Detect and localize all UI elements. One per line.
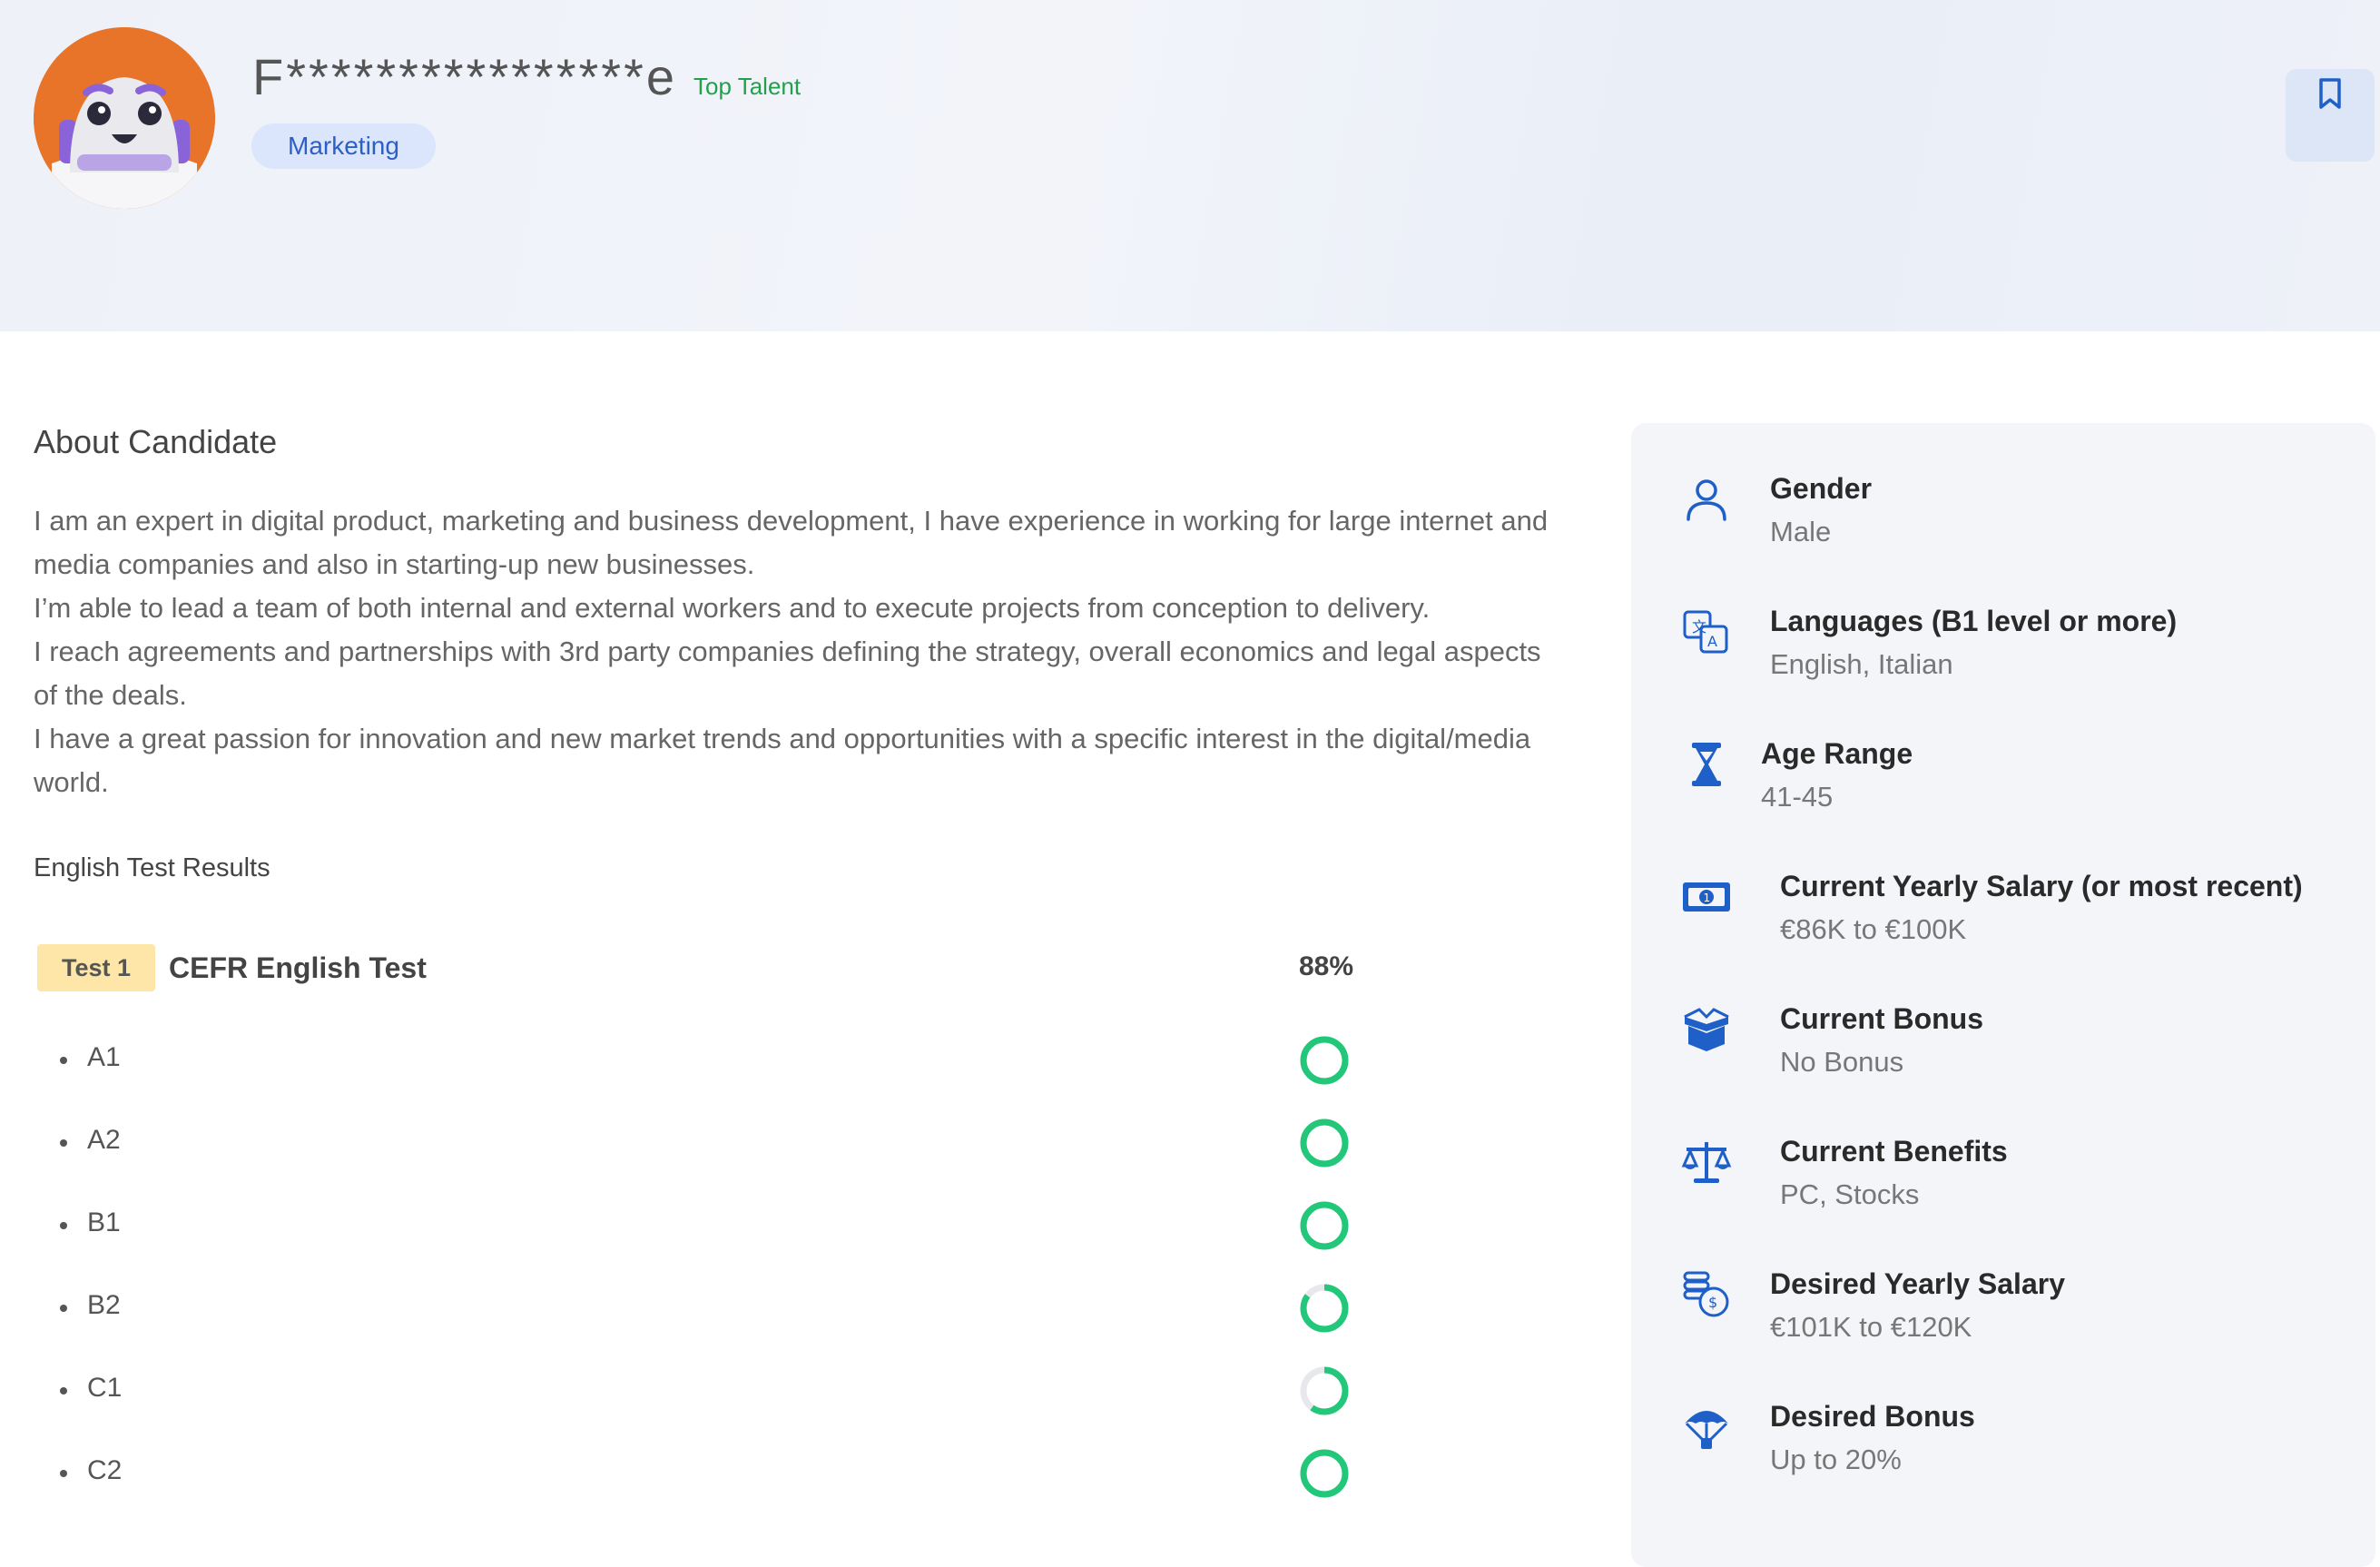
level-item: B2: [54, 1283, 1362, 1365]
robot-avatar-icon: [34, 27, 215, 209]
bullet: [60, 1057, 67, 1064]
bullet: [60, 1305, 67, 1312]
ring-progress: [1300, 1036, 1349, 1085]
category-tag: Marketing: [251, 123, 436, 169]
avatar: [34, 27, 215, 209]
about-text: I am an expert in digital product, marke…: [34, 499, 1559, 804]
level-name: B2: [87, 1290, 121, 1320]
level-name: C1: [87, 1373, 123, 1403]
bullet: [60, 1470, 67, 1477]
ring-progress: [1300, 1119, 1349, 1168]
bookmark-icon: [2319, 78, 2341, 109]
english-test-title: English Test Results: [34, 853, 270, 882]
info-value: PC, Stocks: [1780, 1178, 1920, 1210]
level-list: A1 A2 B1 B2 C1 C2: [54, 1035, 1362, 1531]
info-label: Gender: [1770, 472, 1873, 505]
info-value: €86K to €100K: [1780, 913, 1967, 945]
about-paragraph: I reach agreements and partnerships with…: [34, 636, 1541, 711]
coins-icon: $: [1683, 1271, 1729, 1317]
progress-ring-icon: [1300, 1366, 1349, 1415]
candidate-name-row: F****************e Top Talent: [252, 47, 801, 106]
level-item: A1: [54, 1035, 1362, 1118]
test-name: CEFR English Test: [169, 951, 427, 984]
info-current-bonus: Current Bonus No Bonus: [1631, 1002, 2375, 1113]
info-value: €101K to €120K: [1770, 1311, 1972, 1343]
scales-icon: [1681, 1142, 1732, 1183]
info-label: Languages (B1 level or more): [1770, 605, 2178, 637]
about-paragraph: I have a great passion for innovation an…: [34, 723, 1531, 798]
level-item: B1: [54, 1200, 1362, 1283]
info-value: 41-45: [1761, 781, 1834, 813]
svg-text:$: $: [1708, 1294, 1717, 1311]
info-label: Current Yearly Salary (or most recent): [1780, 870, 2303, 902]
person-icon: [1687, 479, 1726, 521]
level-name: B1: [87, 1207, 121, 1237]
banknote-icon: 1: [1683, 882, 1730, 912]
info-value: English, Italian: [1770, 648, 1953, 680]
progress-ring-icon: [1300, 1449, 1349, 1498]
test-score: 88%: [1299, 951, 1354, 981]
level-name: A1: [87, 1042, 121, 1072]
info-current-salary: 1 Current Yearly Salary (or most recent)…: [1631, 870, 2375, 981]
about-title: About Candidate: [34, 423, 278, 460]
about-paragraph: I’m able to lead a team of both internal…: [34, 592, 1431, 624]
info-label: Desired Yearly Salary: [1770, 1267, 2065, 1300]
about-paragraph: I am an expert in digital product, marke…: [34, 505, 1549, 580]
level-item: C2: [54, 1448, 1362, 1531]
candidate-details-panel: Gender Male 文 A Languages (B1 level or m…: [1631, 423, 2375, 1567]
profile-header: F****************e Top Talent Marketing: [0, 0, 2380, 331]
top-talent-badge: Top Talent: [693, 73, 802, 100]
info-desired-salary: $ Desired Yearly Salary €101K to €120K: [1631, 1267, 2375, 1378]
info-gender: Gender Male: [1631, 472, 2375, 583]
progress-ring-icon: [1300, 1036, 1349, 1085]
test-number-badge: Test 1: [37, 944, 155, 991]
translate-icon: 文 A: [1683, 610, 1728, 654]
info-languages: 文 A Languages (B1 level or more) English…: [1631, 605, 2375, 715]
test-header: Test 1 CEFR English Test 88%: [37, 944, 1362, 991]
ring-progress: [1300, 1201, 1349, 1250]
hourglass-icon: [1692, 743, 1721, 786]
parachute-icon: [1685, 1411, 1728, 1449]
ring-progress: [1300, 1449, 1349, 1498]
level-item: A2: [54, 1118, 1362, 1200]
info-value: Up to 20%: [1770, 1444, 1902, 1475]
level-name: A2: [87, 1125, 121, 1155]
level-item: C1: [54, 1365, 1362, 1448]
candidate-name: F****************e: [252, 48, 678, 105]
info-desired-bonus: Desired Bonus Up to 20%: [1631, 1400, 2375, 1511]
info-label: Current Bonus: [1780, 1002, 1983, 1035]
svg-text:1: 1: [1704, 892, 1711, 904]
info-label: Desired Bonus: [1770, 1400, 1975, 1433]
info-age-range: Age Range 41-45: [1631, 737, 2375, 848]
info-current-benefits: Current Benefits PC, Stocks: [1631, 1135, 2375, 1246]
progress-ring-icon: [1300, 1201, 1349, 1250]
info-label: Age Range: [1761, 737, 1913, 770]
bullet: [60, 1139, 67, 1147]
gift-box-icon: [1684, 1008, 1729, 1051]
bullet: [60, 1222, 67, 1229]
bullet: [60, 1387, 67, 1395]
level-name: C2: [87, 1455, 123, 1485]
progress-ring-icon: [1300, 1284, 1349, 1333]
bookmark-button[interactable]: [2286, 69, 2375, 162]
info-label: Current Benefits: [1780, 1135, 2008, 1168]
svg-text:A: A: [1707, 633, 1717, 650]
info-value: No Bonus: [1780, 1046, 1904, 1078]
info-value: Male: [1770, 516, 1832, 547]
progress-ring-icon: [1300, 1119, 1349, 1168]
svg-text:文: 文: [1692, 618, 1706, 636]
